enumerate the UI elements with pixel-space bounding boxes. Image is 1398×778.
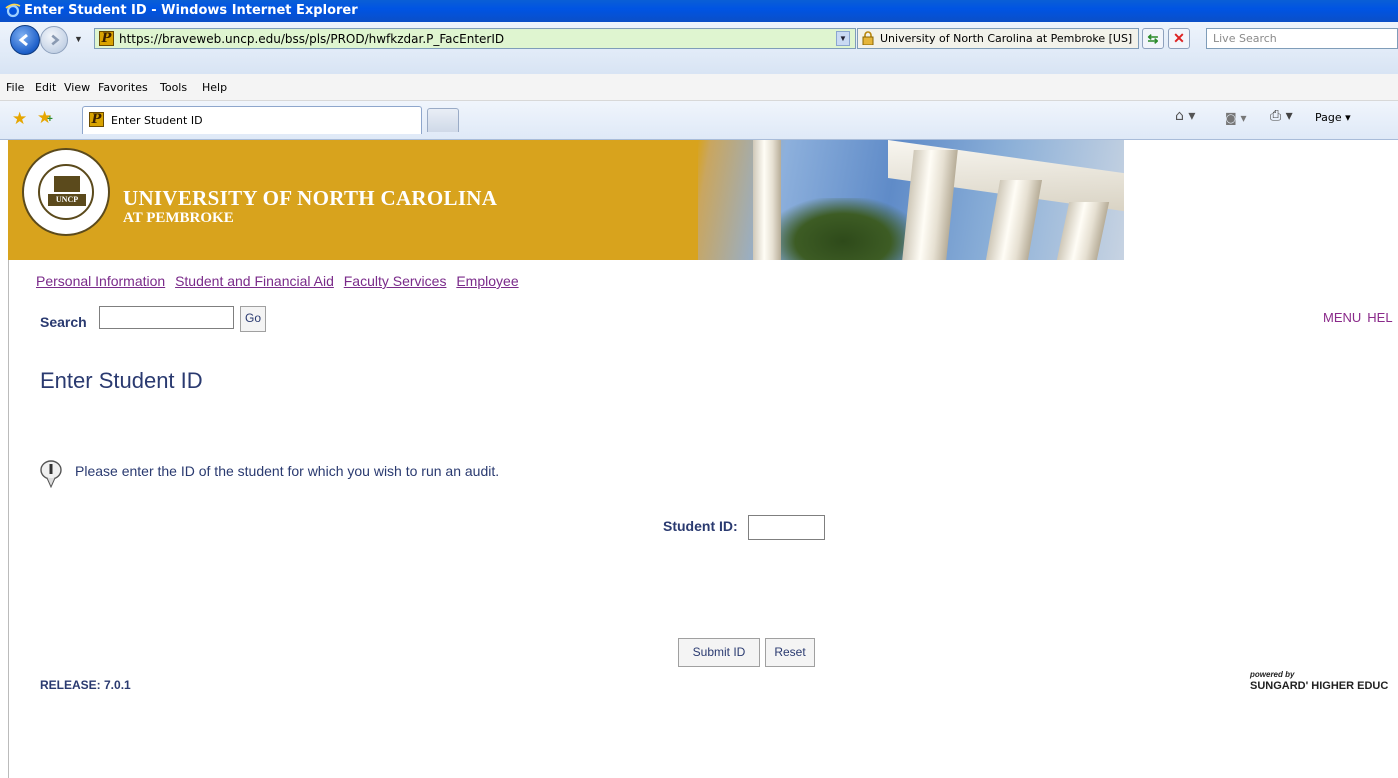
forward-arrow-icon [51, 34, 60, 46]
banner-column [753, 140, 781, 260]
info-message: Please enter the ID of the student for w… [75, 463, 500, 479]
address-toolbar: ▼ P https://braveweb.uncp.edu/bss/pls/PR… [0, 22, 1398, 74]
stop-button[interactable]: ✕ [1168, 28, 1190, 49]
page-menu[interactable]: Page ▾ [1315, 111, 1351, 124]
nav-student-financial-aid[interactable]: Student and Financial Aid [175, 273, 334, 289]
menu-view[interactable]: View [64, 81, 90, 94]
university-seal: UNCP [22, 148, 110, 236]
menu-edit[interactable]: Edit [35, 81, 56, 94]
address-bar[interactable]: P https://braveweb.uncp.edu/bss/pls/PROD… [94, 28, 856, 49]
lock-icon [862, 31, 874, 45]
window-title-bar[interactable]: Enter Student ID - Windows Internet Expl… [0, 0, 1398, 22]
refresh-icon: ⇆ [1147, 31, 1159, 46]
sungard-logo: SUNGARD' HIGHER EDUC [1250, 680, 1389, 692]
main-nav: Personal Information Student and Financi… [36, 273, 525, 289]
back-button[interactable] [10, 25, 40, 55]
reset-button[interactable]: Reset [765, 638, 815, 667]
university-banner: UNCP UNIVERSITY OF NORTH CAROLINA AT PEM… [8, 140, 1124, 260]
menu-file[interactable]: File [6, 81, 24, 94]
url-text[interactable]: https://braveweb.uncp.edu/bss/pls/PROD/h… [119, 32, 504, 46]
refresh-button[interactable]: ⇆ [1142, 28, 1164, 49]
live-search-input[interactable]: Live Search [1206, 28, 1398, 49]
address-dropdown-icon[interactable]: ▼ [836, 31, 850, 46]
add-favorite-icon[interactable]: ★ + [37, 108, 53, 128]
tab-bar: ★ ★ + P Enter Student ID ⌂ ▾ ◙ ▾ ⎙ ▾ Page… [0, 101, 1398, 140]
back-arrow-icon [18, 33, 28, 47]
info-icon [40, 460, 62, 488]
favorites-star-icon[interactable]: ★ [12, 109, 27, 129]
menu-favorites[interactable]: Favorites [98, 81, 148, 94]
university-subname: AT PEMBROKE [123, 210, 234, 226]
release-info: RELEASE: 7.0.1 [40, 678, 131, 692]
powered-by-label: powered by [1250, 670, 1295, 679]
right-menu: MENU HEL [1323, 310, 1398, 325]
seal-text: UNCP [48, 194, 86, 206]
menu-help[interactable]: Help [202, 81, 227, 94]
menu-tools[interactable]: Tools [160, 81, 187, 94]
nav-faculty-services[interactable]: Faculty Services [344, 273, 447, 289]
tab-favicon-icon: P [89, 112, 104, 127]
banner-tree [768, 198, 918, 260]
site-favicon-icon: P [99, 31, 114, 46]
nav-employee[interactable]: Employee [456, 273, 518, 289]
help-link[interactable]: HEL [1367, 310, 1392, 325]
history-dropdown-icon[interactable]: ▼ [74, 34, 83, 44]
window-title: Enter Student ID - Windows Internet Expl… [24, 3, 358, 18]
forward-button[interactable] [40, 26, 68, 54]
tab-label: Enter Student ID [111, 114, 203, 127]
menu-bar: File Edit View Favorites Tools Help [0, 74, 1398, 101]
menu-link[interactable]: MENU [1323, 310, 1361, 325]
home-icon[interactable]: ⌂ ▾ [1175, 108, 1195, 124]
university-name: UNIVERSITY OF NORTH CAROLINA [123, 186, 498, 210]
ie-logo-icon [5, 3, 21, 18]
go-button[interactable]: Go [240, 306, 266, 332]
feeds-icon[interactable]: ◙ ▾ [1225, 111, 1246, 125]
new-tab-button[interactable] [427, 108, 459, 132]
submit-id-button[interactable]: Submit ID [678, 638, 760, 667]
live-search-placeholder: Live Search [1213, 32, 1277, 45]
certificate-label: University of North Carolina at Pembroke… [880, 32, 1133, 45]
tab-enter-student-id[interactable]: P Enter Student ID [82, 106, 422, 134]
security-certificate[interactable]: University of North Carolina at Pembroke… [857, 28, 1139, 49]
page-title: Enter Student ID [40, 368, 203, 393]
nav-personal-information[interactable]: Personal Information [36, 273, 165, 289]
student-id-label: Student ID: [663, 518, 738, 534]
student-id-input[interactable] [748, 515, 825, 540]
stop-icon: ✕ [1173, 30, 1185, 46]
search-label: Search [40, 314, 87, 330]
search-input[interactable] [99, 306, 234, 329]
print-icon[interactable]: ⎙ ▾ [1270, 108, 1293, 124]
